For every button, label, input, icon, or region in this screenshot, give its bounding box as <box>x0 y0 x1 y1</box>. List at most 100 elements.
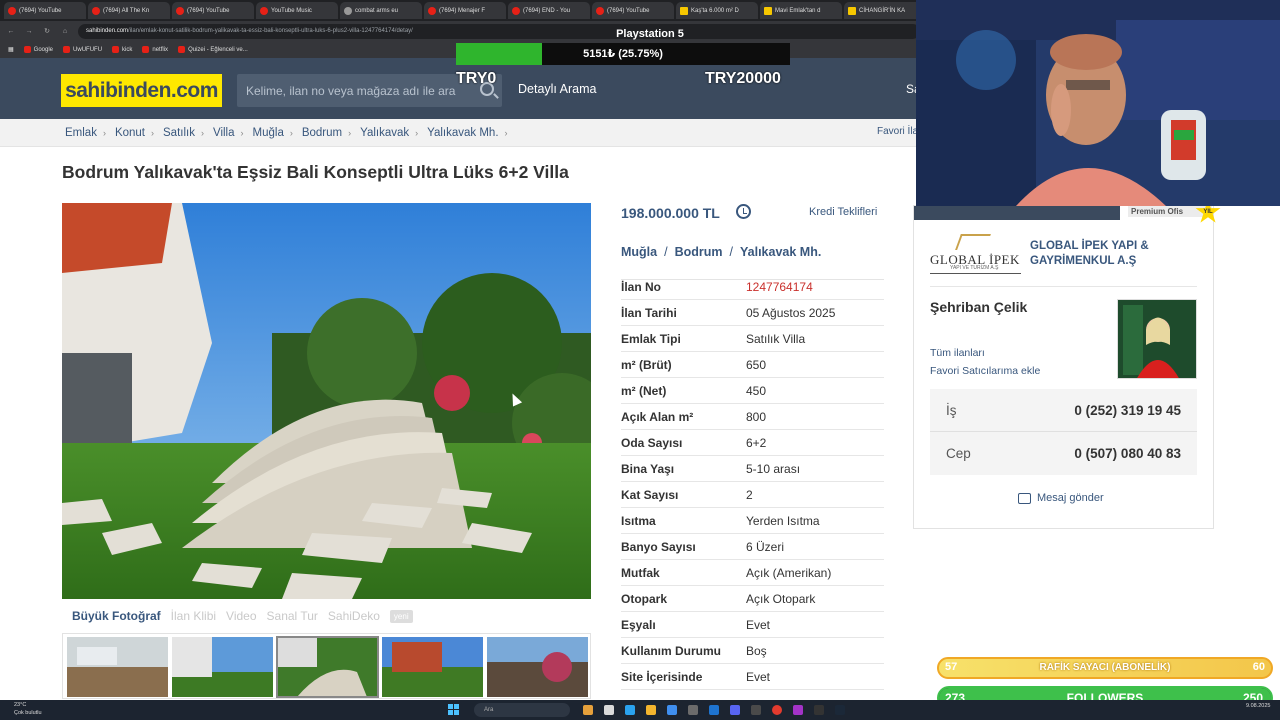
breadcrumb-item[interactable]: Muğla <box>253 127 284 139</box>
detail-row: Emlak Tipi Satılık Villa <box>621 326 884 352</box>
app-icon[interactable] <box>688 705 698 715</box>
photo-action-2[interactable]: Video <box>226 609 256 623</box>
app-icon[interactable] <box>751 705 761 715</box>
windows-start-icon[interactable] <box>448 704 459 715</box>
browser-tab[interactable]: YouTube Music <box>256 2 338 19</box>
youtube-icon <box>428 6 436 15</box>
discord-icon[interactable] <box>730 705 740 715</box>
detail-row: Kat Sayısı 2 <box>621 482 884 508</box>
subscriber-goal: 60 <box>1252 661 1265 673</box>
reload-icon[interactable]: ↻ <box>42 27 52 35</box>
all-listings-link[interactable]: Tüm ilanları <box>930 347 985 359</box>
youtube-icon <box>8 6 16 15</box>
send-message-button[interactable]: Mesaj gönder <box>1018 492 1104 504</box>
location-link[interactable]: Bodrum <box>675 245 723 259</box>
breadcrumb-item[interactable]: Yalıkavak <box>360 127 409 139</box>
photo-action-1[interactable]: İlan Klibi <box>171 609 216 623</box>
thumbnail[interactable] <box>487 637 588 697</box>
taskbar-clock[interactable]: 9.08.2025 <box>1246 702 1270 710</box>
bookmark-item[interactable]: Quizei - Eğlenceli ve... <box>178 46 248 53</box>
steam-icon[interactable] <box>835 705 845 715</box>
detail-value: 800 <box>746 409 767 424</box>
detail-value: 5-10 arası <box>746 461 801 476</box>
favicon-icon <box>848 6 856 15</box>
detail-row: Eşyalı Evet <box>621 612 884 638</box>
browser-tab[interactable]: (7694) YouTube <box>4 2 86 19</box>
chrome-icon[interactable] <box>772 705 782 715</box>
forward-icon[interactable]: → <box>24 28 34 35</box>
company-name[interactable]: GLOBAL İPEK YAPI & GAYRİMENKUL A.Ş <box>1030 239 1200 269</box>
phone-number[interactable]: 0 (252) 319 19 45 <box>1074 403 1181 418</box>
favorite-listing-link[interactable]: Favori İla <box>877 126 918 137</box>
bookmark-icon <box>142 46 150 53</box>
browser-tab[interactable]: (7694) All The Kn <box>88 2 170 19</box>
breadcrumb-item[interactable]: Villa <box>213 127 235 139</box>
thumbnail[interactable] <box>67 637 168 697</box>
add-favorite-seller-link[interactable]: Favori Satıcılarıma ekle <box>930 365 1040 377</box>
breadcrumb-item[interactable]: Satılık <box>163 127 195 139</box>
thumbnail[interactable] <box>172 637 273 697</box>
browser-tab[interactable]: (7694) YouTube <box>172 2 254 19</box>
weather-temp: 23°C <box>14 702 27 708</box>
new-badge: yeni <box>389 609 413 623</box>
youtube-icon <box>176 6 184 15</box>
bookmark-item[interactable]: netflix <box>142 46 168 53</box>
company-logo[interactable]: GLOBAL İPEK YAPI VE TURİZM A.Ş <box>930 232 1021 274</box>
detail-value: Açık Otopark <box>746 591 816 606</box>
bookmark-label: netflix <box>152 46 169 53</box>
detailed-search-link[interactable]: Detaylı Arama <box>518 82 597 96</box>
bookmark-item[interactable]: kick <box>112 46 132 53</box>
detail-row: m² (Net) 450 <box>621 378 884 404</box>
folder-icon[interactable] <box>646 705 656 715</box>
file-explorer-icon[interactable] <box>583 705 593 715</box>
detail-row: Açık Alan m² 800 <box>621 404 884 430</box>
tab-label: (7694) All The Kn <box>103 7 150 14</box>
photo-action-0[interactable]: Büyük Fotoğraf <box>72 609 161 623</box>
apps-icon[interactable]: ▦ <box>8 46 14 53</box>
tab-label: (7694) Menajer F <box>439 7 486 14</box>
thumbnail[interactable] <box>382 637 483 697</box>
browser-tab[interactable]: CİHANGİR'İN KA <box>844 2 926 19</box>
browser-tab[interactable]: combat arms eu <box>340 2 422 19</box>
price-history-icon[interactable] <box>736 204 751 219</box>
browser-tab[interactable]: (7694) END - You <box>508 2 590 19</box>
streamer-webcam-image <box>916 0 1280 206</box>
breadcrumb-item[interactable]: Konut <box>115 127 145 139</box>
detail-value: 05 Ağustos 2025 <box>746 305 836 320</box>
bookmark-label: kick <box>122 46 133 53</box>
thumbnail-selected[interactable] <box>276 636 379 698</box>
home-icon[interactable]: ⌂ <box>60 28 70 35</box>
browser-tab[interactable]: Mavi Emlak'tan d <box>760 2 842 19</box>
goal-title: Playstation 5 <box>616 28 684 40</box>
credit-offers-link[interactable]: Kredi Teklifleri <box>809 206 877 218</box>
taskbar-search[interactable]: Ara <box>474 703 570 717</box>
site-logo[interactable]: sahibinden.com <box>61 74 222 107</box>
phone-number[interactable]: 0 (507) 080 40 83 <box>1074 446 1181 461</box>
breadcrumb-item[interactable]: Emlak <box>65 127 97 139</box>
detail-key: m² (Brüt) <box>621 357 672 372</box>
app-icon[interactable] <box>793 705 803 715</box>
detail-value: Yerden Isıtma <box>746 513 820 528</box>
weather-widget[interactable]: 23°C Çok bulutlu <box>14 701 42 717</box>
browser-tab[interactable]: (7694) Menajer F <box>424 2 506 19</box>
detail-row: Mutfak Açık (Amerikan) <box>621 560 884 586</box>
obs-icon[interactable] <box>814 705 824 715</box>
breadcrumb-item[interactable]: Bodrum <box>302 127 342 139</box>
browser-tab[interactable]: (7694) YouTube <box>592 2 674 19</box>
detail-key: Site İçerisinde <box>621 669 703 684</box>
app-icon[interactable] <box>667 705 677 715</box>
photo-action-3[interactable]: Sanal Tur <box>267 609 318 623</box>
breadcrumb-item[interactable]: Yalıkavak Mh. <box>427 127 498 139</box>
edge-icon[interactable] <box>625 705 635 715</box>
browser-tab[interactable]: Kaş'ta 6.000 m² D <box>676 2 758 19</box>
photo-action-4[interactable]: SahiDeko <box>328 609 380 623</box>
message-icon <box>1018 492 1031 504</box>
app-icon[interactable] <box>604 705 614 715</box>
back-icon[interactable]: ← <box>6 28 16 35</box>
bookmark-item[interactable]: Google <box>23 46 53 53</box>
location-link[interactable]: Yalıkavak Mh. <box>740 245 821 259</box>
bookmark-item[interactable]: UwUFUFU <box>63 46 102 53</box>
mail-icon[interactable] <box>709 705 719 715</box>
bookmark-icon <box>63 46 71 53</box>
location-link[interactable]: Muğla <box>621 245 657 259</box>
